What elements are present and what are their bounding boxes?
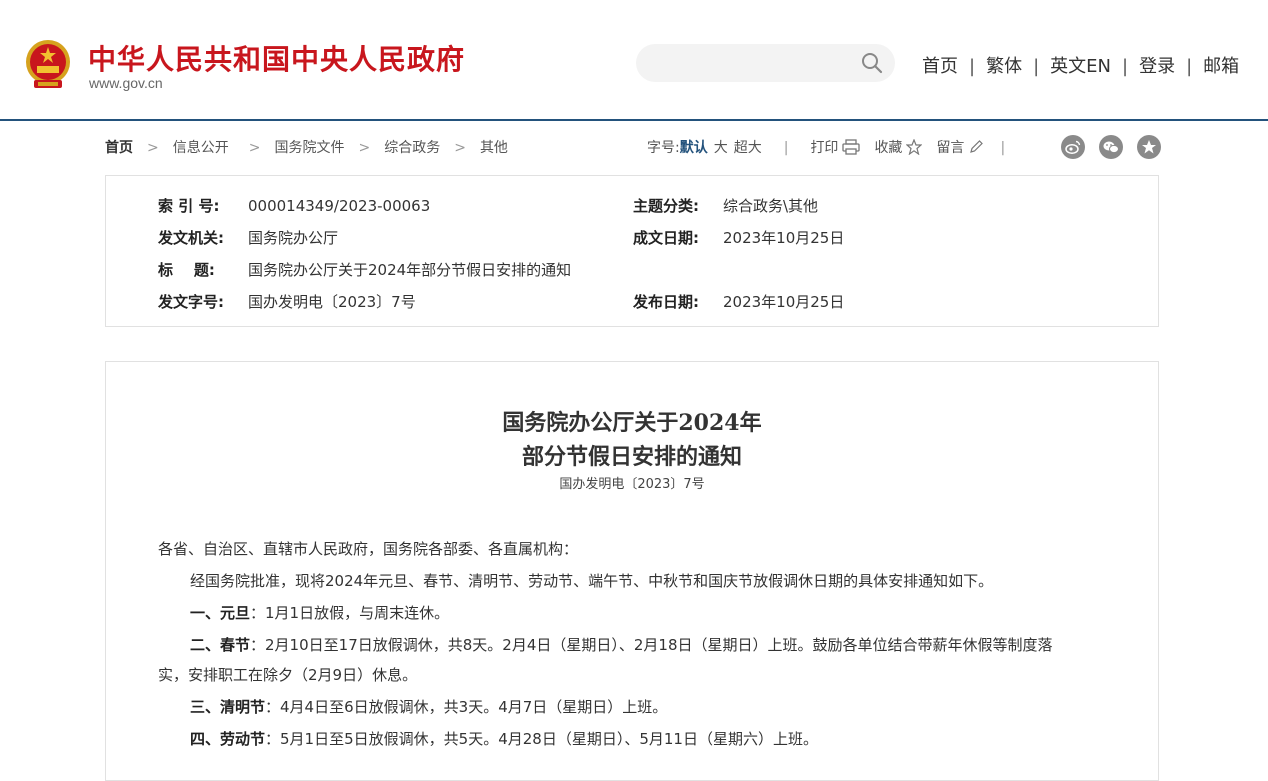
article-intro: 经国务院批准，现将2024年元旦、春节、清明节、劳动节、端午节、中秋节和国庆节放… xyxy=(190,572,994,590)
breadcrumb-separator: > xyxy=(454,140,466,156)
font-large-button[interactable]: 大 xyxy=(714,140,728,156)
document-metadata-panel: 索 引 号: 000014349/2023-00063 主题分类: 综合政务\其他 … xyxy=(105,175,1159,327)
meta-title-value: 国务院办公厅关于2024年部分节假日安排的通知 xyxy=(248,261,572,279)
breadcrumb-other[interactable]: 其他 xyxy=(480,140,508,156)
item-heading: 三、清明节 xyxy=(190,698,266,716)
print-label: 打印 xyxy=(810,140,839,156)
national-emblem-icon[interactable] xyxy=(23,38,73,90)
favorite-label: 收藏 xyxy=(874,140,903,156)
breadcrumb-home[interactable]: 首页 xyxy=(105,140,133,156)
meta-topic-value: 综合政务\其他 xyxy=(723,197,819,215)
meta-issuer-value: 国务院办公厅 xyxy=(248,229,339,247)
print-button[interactable]: 打印 xyxy=(810,139,861,156)
top-nav: 首页 | 繁体 | 英文EN | 登录 | 邮箱 xyxy=(922,52,1239,78)
article-item-spring-festival-cont: 实，安排职工在除夕（2月9日）休息。 xyxy=(158,666,418,684)
breadcrumb-state-council-docs[interactable]: 国务院文件 xyxy=(274,140,344,156)
nav-separator: | xyxy=(1186,56,1193,77)
star-icon[interactable] xyxy=(1137,135,1161,159)
item-text: ：5月1日至5日放假调休，共5天。4月28日（星期日）、5月11日（星期六）上班… xyxy=(265,730,818,748)
search-input[interactable] xyxy=(636,44,895,82)
article-title-line1: 国务院办公厅关于2024年 xyxy=(502,410,762,436)
breadcrumb-info-disclosure[interactable]: 信息公开 xyxy=(173,140,229,156)
meta-index-value: 000014349/2023-00063 xyxy=(248,197,431,215)
wechat-icon[interactable] xyxy=(1099,135,1123,159)
search-icon[interactable] xyxy=(861,52,883,74)
item-text: ：1月1日放假，与周末连休。 xyxy=(250,604,450,622)
font-default-button[interactable]: 默认 xyxy=(680,140,708,156)
nav-login-link[interactable]: 登录 xyxy=(1139,56,1175,77)
site-header: 中华人民共和国中央人民政府 www.gov.cn 首页 | 繁体 | 英文EN | 登录 | 邮… xyxy=(0,0,1268,119)
favorite-button[interactable]: 收藏 xyxy=(874,139,923,156)
font-xlarge-button[interactable]: 超大 xyxy=(734,140,762,156)
article-item-spring-festival: 二、春节：2月10日至17日放假调休，共8天。2月4日（星期日）、2月18日（星… xyxy=(190,634,1053,655)
meta-issuer-label: 发文机关: xyxy=(158,229,224,247)
breadcrumb-separator: > xyxy=(248,140,261,156)
meta-docno-value: 国办发明电〔2023〕7号 xyxy=(248,293,416,311)
site-title[interactable]: 中华人民共和国中央人民政府 xyxy=(88,38,465,78)
article-title-line2: 部分节假日安排的通知 xyxy=(521,444,742,470)
meta-topic-row: 主题分类: 综合政务\其他 xyxy=(633,195,818,216)
header-divider xyxy=(0,119,1268,121)
meta-docno-label: 发文字号: xyxy=(158,293,224,311)
pencil-icon xyxy=(970,140,984,153)
item-heading: 四、劳动节 xyxy=(190,730,266,748)
item-heading: 一、元旦 xyxy=(190,604,251,622)
nav-mail-link[interactable]: 邮箱 xyxy=(1203,56,1239,77)
meta-written-date-row: 成文日期: 2023年10月25日 xyxy=(633,227,844,248)
article-doc-number: 国办发明电〔2023〕7号 xyxy=(559,477,705,492)
meta-title-label: 标 题: xyxy=(158,261,215,279)
weibo-icon[interactable] xyxy=(1061,135,1085,159)
meta-title-row: 标 题: 国务院办公厅关于2024年部分节假日安排的通知 xyxy=(158,259,571,280)
article-body: 国务院办公厅关于2024年 部分节假日安排的通知 国办发明电〔2023〕7号 各… xyxy=(105,361,1159,781)
meta-published-date-label: 发布日期: xyxy=(633,293,699,311)
printer-icon xyxy=(842,139,861,155)
meta-index-label: 索 引 号: xyxy=(158,197,220,215)
meta-published-date-value: 2023年10月25日 xyxy=(723,293,845,311)
meta-published-date-row: 发布日期: 2023年10月25日 xyxy=(633,291,844,312)
meta-written-date-label: 成文日期: xyxy=(633,229,699,247)
star-outline-icon xyxy=(906,139,923,155)
meta-topic-label: 主题分类: xyxy=(633,197,699,215)
nav-separator: | xyxy=(1122,56,1129,77)
item-text: ：2月10日至17日放假调休，共8天。2月4日（星期日）、2月18日（星期日）上… xyxy=(250,636,1053,654)
comment-label: 留言 xyxy=(936,140,965,156)
article-item-new-year: 一、元旦：1月1日放假，与周末连休。 xyxy=(190,602,449,623)
toolbar-separator: | xyxy=(783,140,789,156)
nav-separator: | xyxy=(1033,56,1040,77)
breadcrumb-separator: > xyxy=(147,140,159,156)
font-size-label: 字号: xyxy=(647,140,680,156)
item-heading: 二、春节 xyxy=(190,636,251,654)
article-salutation: 各省、自治区、直辖市人民政府，国务院各部委、各直属机构： xyxy=(158,540,579,558)
breadcrumb: 首页 > 信息公开 > 国务院文件 > 综合政务 > 其他 xyxy=(105,137,508,157)
toolbar-separator: | xyxy=(1000,140,1006,156)
meta-docno-row: 发文字号: 国办发明电〔2023〕7号 xyxy=(158,291,416,312)
meta-written-date-value: 2023年10月25日 xyxy=(723,229,845,247)
site-url: www.gov.cn xyxy=(89,75,163,91)
nav-home-link[interactable]: 首页 xyxy=(922,56,958,77)
meta-index-row: 索 引 号: 000014349/2023-00063 xyxy=(158,195,430,216)
article-item-labor-day: 四、劳动节：5月1日至5日放假调休，共5天。4月28日（星期日）、5月11日（星… xyxy=(190,728,818,749)
nav-english-link[interactable]: 英文EN xyxy=(1050,56,1111,77)
article-toolbar: 字号:默认大超大 | 打印 收藏 留言 | xyxy=(647,137,1027,157)
item-text: ：4月4日至6日放假调休，共3天。4月7日（星期日）上班。 xyxy=(265,698,668,716)
article-item-qingming: 三、清明节：4月4日至6日放假调休，共3天。4月7日（星期日）上班。 xyxy=(190,696,667,717)
nav-separator: | xyxy=(969,56,976,77)
breadcrumb-general-affairs[interactable]: 综合政务 xyxy=(384,140,440,156)
comment-button[interactable]: 留言 xyxy=(936,140,984,156)
meta-issuer-row: 发文机关: 国务院办公厅 xyxy=(158,227,338,248)
nav-traditional-link[interactable]: 繁体 xyxy=(986,56,1022,77)
breadcrumb-separator: > xyxy=(358,140,371,156)
